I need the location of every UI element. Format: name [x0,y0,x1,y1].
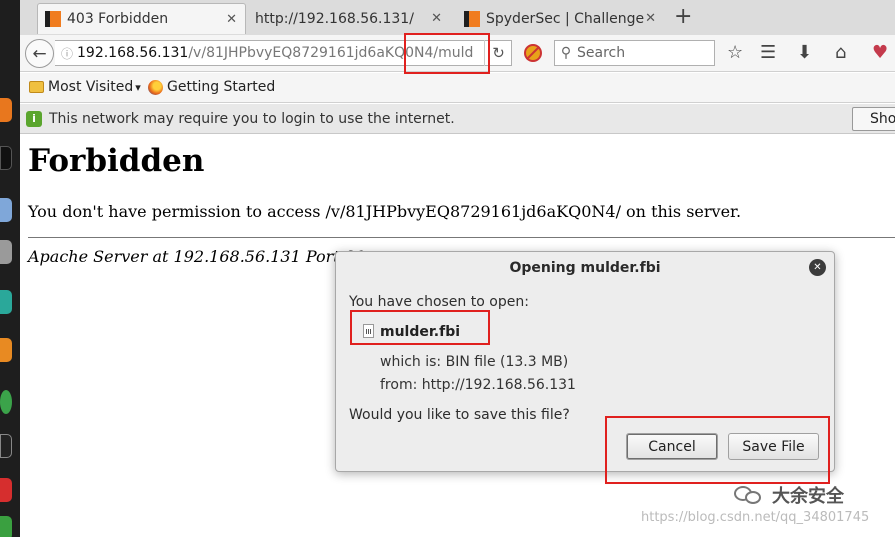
firefox-logo-icon [148,79,163,95]
folder-icon [29,81,44,93]
tab-title: 403 Forbidden [67,11,169,27]
tab-title: SpyderSec | Challenge [486,10,645,27]
search-box[interactable]: ⚲ [554,40,715,66]
tab-favicon-icon [45,11,61,27]
forbidden-message: You don't have permission to access /v/8… [28,202,742,221]
file-icon [363,324,374,338]
dock-app-icon[interactable] [0,146,12,170]
bookmark-label: Getting Started [167,79,276,95]
close-tab-icon[interactable]: ✕ [226,12,237,27]
watermark-url: https://blog.csdn.net/qq_34801745 [641,510,870,525]
blocked-plugin-icon[interactable] [524,44,542,62]
file-source-info: from: http://192.168.56.131 [380,377,576,393]
close-tab-icon[interactable]: ✕ [645,11,656,26]
chevron-down-icon: ▾ [135,80,141,94]
save-question: Would you like to save this file? [349,407,570,423]
dock-app-icon[interactable] [0,338,12,362]
info-circle-icon[interactable]: ⓘ [57,45,77,62]
bookmark-label: Most Visited [48,79,134,95]
dialog-title: Opening mulder.fbi [509,260,661,276]
search-input[interactable] [577,45,707,61]
tab-spydersec-challenge[interactable]: SpyderSec | Challenge ✕ [454,3,664,34]
url-host: 192.168.56.131 [77,45,189,61]
reload-icon[interactable]: ↻ [484,40,512,66]
file-type-info: which is: BIN file (13.3 MB) [380,354,569,370]
tab-title: http://192.168.56.131/ [255,10,414,27]
file-name: mulder.fbi [380,324,461,340]
url-path: /v/81JHPbvyEQ8729161jd6aKQ0N4/muld [188,45,474,61]
divider [28,237,895,238]
network-login-icon: i [26,110,42,127]
desktop-dock [0,0,20,537]
bookmark-star-icon[interactable]: ☆ [727,43,743,63]
back-arrow-icon[interactable]: ← [25,39,54,68]
tab-favicon-icon [464,10,480,27]
dock-app-icon[interactable] [0,516,12,537]
tab-ip-address[interactable]: http://192.168.56.131/ ✕ [248,3,450,34]
cancel-button[interactable]: Cancel [626,433,718,460]
dock-app-icon[interactable] [0,290,12,314]
save-file-button[interactable]: Save File [728,433,819,460]
wechat-icon [734,484,764,506]
dock-app-icon[interactable] [0,478,12,502]
download-arrow-icon[interactable]: ⬇ [797,43,812,63]
url-bar[interactable]: ⓘ 192.168.56.131/v/81JHPbvyEQ8729161jd6a… [55,40,512,66]
close-icon[interactable]: ✕ [809,259,826,276]
new-tab-plus-icon[interactable]: + [674,6,692,28]
dock-app-icon[interactable] [0,390,12,414]
show-login-button[interactable]: Sho [852,107,895,131]
navigation-bar: ← ⓘ 192.168.56.131/v/81JHPbvyEQ8729161jd… [20,35,895,72]
url-text[interactable]: 192.168.56.131/v/81JHPbvyEQ8729161jd6aKQ… [77,45,473,61]
notification-text: This network may require you to login to… [49,110,455,127]
dock-app-icon[interactable] [0,434,12,458]
bookmark-getting-started[interactable]: Getting Started [148,79,275,95]
captive-portal-notification: i This network may require you to login … [20,104,895,134]
pocket-icon[interactable]: ♥ [872,43,888,63]
search-icon: ⚲ [560,45,572,61]
tab-403-forbidden[interactable]: 403 Forbidden ✕ [37,3,246,34]
watermark-text: 大余安全 [772,486,844,507]
reading-list-icon[interactable]: ☰ [760,43,776,63]
dock-app-icon[interactable] [0,98,12,122]
dialog-intro: You have chosen to open: [349,294,529,310]
page-title: Forbidden [28,143,205,179]
bookmarks-toolbar: Most Visited ▾ Getting Started [20,73,895,103]
tab-strip: 403 Forbidden ✕ http://192.168.56.131/ ✕… [20,0,895,35]
server-signature: Apache Server at 192.168.56.131 Port 80 [28,247,366,266]
close-tab-icon[interactable]: ✕ [431,11,442,26]
dock-app-icon[interactable] [0,240,12,264]
watermark-brand: 大余安全 [734,482,844,508]
download-dialog: Opening mulder.fbi ✕ You have chosen to … [335,251,835,472]
home-icon[interactable]: ⌂ [835,43,846,63]
bookmark-most-visited[interactable]: Most Visited ▾ [29,79,141,95]
dock-app-icon[interactable] [0,198,12,222]
